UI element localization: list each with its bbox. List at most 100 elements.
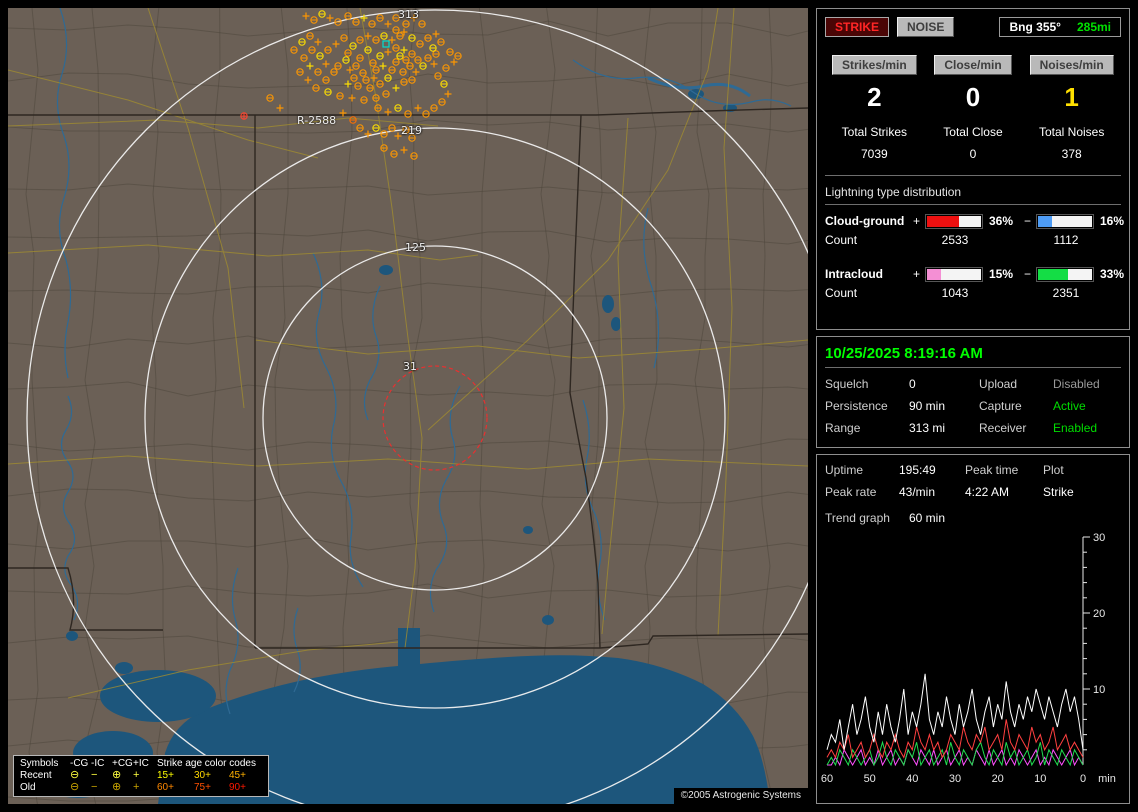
squelch-label: Squelch [825,377,869,391]
circle-minus-icon: ⊖ [70,781,80,793]
capture-label: Capture [979,399,1022,413]
strike-map[interactable]: 313 219 125 31 R-2588 Symbols -CG -IC +C… [8,8,808,804]
minus-sign: − [1024,267,1032,281]
minus-icon: − [91,781,98,793]
bearing-value: Bng 355° [1009,20,1061,34]
datetime-display: 10/25/2025 8:19:16 AM [825,345,983,362]
legend-age-title: Strike age color codes [157,758,256,769]
count-label: Count [825,233,858,247]
storm-tracker-label: R-2588 [297,114,337,127]
ic-neg-pct: 33% [1100,267,1125,281]
range-ring-label-313: 313 [398,8,419,21]
minus-sign: − [1024,214,1032,228]
peak-rate-label: Peak rate [825,485,877,499]
legend-row-label-old: Old [20,782,36,793]
svg-text:10: 10 [1034,773,1046,785]
svg-text:20: 20 [1093,608,1105,620]
cg-pos-count: 2533 [941,233,969,247]
peak-time-label: Peak time [965,463,1019,477]
lightning-tracker-app: 313 219 125 31 R-2588 Symbols -CG -IC +C… [0,0,1138,812]
range-ring-label-125: 125 [405,241,426,254]
svg-text:30: 30 [949,773,961,785]
circle-minus-icon: ⊖ [70,769,80,781]
range-label: Range [825,421,861,435]
plot-value: Strike [1043,485,1074,499]
divider [825,175,1121,176]
circle-plus-icon: ⊕ [112,769,122,781]
strike-mode-button[interactable]: STRIKE [825,17,890,37]
divider [825,367,1121,368]
persistence-label: Persistence [825,399,888,413]
peak-rate-value: 43/min [899,485,936,499]
plus-icon: + [133,781,140,793]
noises-per-min-button[interactable]: Noises/min [1029,55,1114,75]
status-v2-1: Active [1053,399,1086,413]
dist-bar-pos-1 [926,267,982,281]
plus-sign: + [913,214,921,228]
svg-text:60: 60 [821,773,833,785]
legend-age-1-0: 60+ [157,782,174,793]
dist-bar-neg-0 [1037,214,1093,228]
squelch-value: 0 [909,377,916,391]
cg-pos-pct: 36% [989,214,1014,228]
strikes-per-min-button[interactable]: Strikes/min [831,55,917,75]
ic-neg-count: 2351 [1052,286,1080,300]
svg-text:50: 50 [864,773,876,785]
uptime-label: Uptime [825,463,864,477]
strike-stats-panel: STRIKE NOISE Bng 355° 285mi Strikes/min … [816,8,1130,330]
status-v2-2: Enabled [1053,421,1098,435]
svg-text:40: 40 [906,773,918,785]
distribution-title: Lightning type distribution [825,185,962,199]
total-noises-value: 378 [1061,147,1082,161]
dist-bar-pos-0 [926,214,982,228]
symbol-legend: Symbols -CG -IC +CG +IC Strike age color… [13,755,269,797]
cg-neg-pct: 16% [1100,214,1125,228]
legend-row-label-recent: Recent [20,770,52,781]
trend-graph-value: 60 min [909,511,946,525]
rate-value-2: 1 [1064,82,1079,112]
range-ring-label-31: 31 [403,360,417,373]
legend-col-ncg: -CG [70,758,89,769]
trend-graph-label: Trend graph [825,511,890,525]
bearing-range-value: 285mi [1076,20,1111,34]
uptime-value: 195:49 [899,463,936,477]
total-close-value: 0 [969,147,977,161]
legend-age-0-2: 45+ [229,770,246,781]
persistence-value: 90 min [909,399,946,413]
receiver-label: Receiver [979,421,1027,435]
total-strikes-value: 7039 [860,147,888,161]
count-label: Count [825,286,858,300]
svg-text:min: min [1098,773,1116,785]
noise-mode-button[interactable]: NOISE [897,17,955,37]
intracloud-label: Intracloud [825,267,884,281]
dist-bar-neg-1 [1037,267,1093,281]
trend-panel: Uptime 195:49 Peak time Plot Peak rate 4… [816,454,1130,804]
trend-graph: 10 20 30 60 50 40 30 20 10 0 min [821,532,1116,785]
legend-age-0-1: 30+ [194,770,211,781]
cg-neg-count: 1112 [1053,233,1079,247]
svg-text:30: 30 [1093,532,1105,544]
divider [825,204,1121,205]
legend-col-pcg: +CG [112,758,133,769]
legend-col-pic: +IC [133,758,149,769]
total-noises-label: Total Noises [1038,125,1105,139]
plus-sign: + [913,267,921,281]
plus-icon: + [133,769,140,781]
peak-time-value: 4:22 AM [965,485,1010,499]
rate-value-1: 0 [965,82,981,112]
bearing-display: Bng 355° 285mi [999,17,1121,37]
legend-age-0-0: 15+ [157,770,174,781]
close-per-min-button[interactable]: Close/min [934,55,1012,75]
range-value: 313 mi [909,421,946,435]
total-close-label: Total Close [943,125,1003,139]
svg-text:10: 10 [1093,684,1105,696]
plot-label: Plot [1043,463,1064,477]
status-panel: 10/25/2025 8:19:16 AM Squelch 0 Upload D… [816,336,1130,448]
cloud-ground-label: Cloud-ground [825,214,905,228]
rate-value-0: 2 [867,82,882,112]
ic-pos-pct: 15% [989,267,1014,281]
svg-text:20: 20 [992,773,1004,785]
legend-age-1-1: 75+ [194,782,211,793]
legend-col-nic: -IC [91,758,105,769]
minus-icon: − [91,769,98,781]
